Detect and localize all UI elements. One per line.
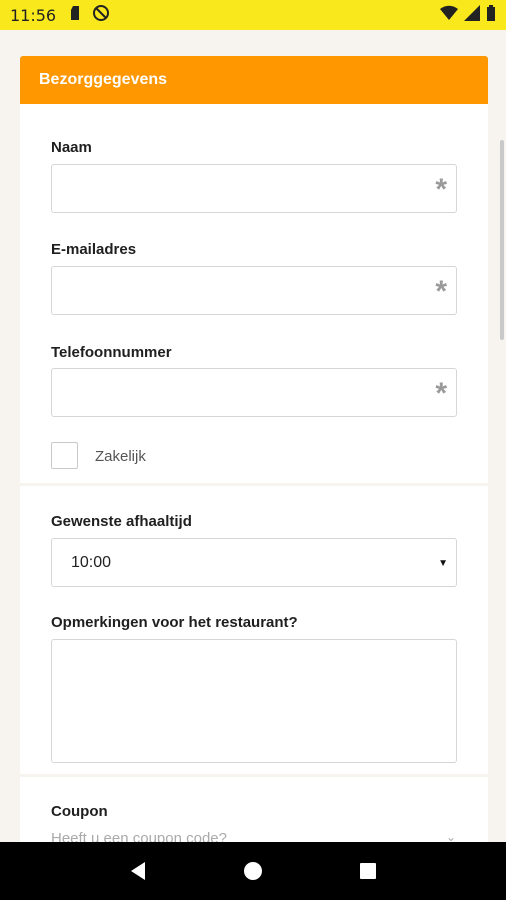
status-time: 11:56 <box>10 5 57 25</box>
signal-icon <box>464 4 480 26</box>
wifi-icon <box>440 5 458 26</box>
email-label: E-mailadres <box>51 241 137 258</box>
dropdown-arrow-icon: ▼ <box>438 558 448 569</box>
home-icon[interactable] <box>233 851 273 891</box>
required-icon: * <box>435 377 447 410</box>
remarks-label: Opmerkingen voor het restaurant? <box>51 614 298 631</box>
email-input[interactable]: * <box>51 266 457 315</box>
required-icon: * <box>435 275 447 308</box>
coupon-section: Coupon Heeft u een coupon code? ⌄ <box>20 777 488 842</box>
business-checkbox[interactable] <box>51 442 78 469</box>
status-bar: 11:56 <box>0 0 506 30</box>
business-checkbox-label[interactable]: Zakelijk <box>95 448 146 465</box>
pickup-time-value: 10:00 <box>71 553 112 571</box>
name-label: Naam <box>51 139 92 156</box>
coupon-label: Coupon <box>51 803 108 820</box>
remarks-textarea[interactable] <box>51 639 457 763</box>
coupon-toggle[interactable]: Heeft u een coupon code? <box>51 830 227 842</box>
phone-input[interactable]: * <box>51 368 457 417</box>
form-header: Bezorggegevens <box>20 56 488 104</box>
name-input[interactable]: * <box>51 164 457 213</box>
checkout-form: Bezorggegevens Naam * E-mailadres * Tele… <box>0 30 506 842</box>
back-icon[interactable] <box>118 851 158 891</box>
chevron-down-icon[interactable]: ⌄ <box>446 830 456 842</box>
recents-icon[interactable] <box>348 851 388 891</box>
pickup-time-label: Gewenste afhaaltijd <box>51 513 192 530</box>
battery-icon <box>486 4 496 26</box>
pickup-time-select[interactable]: 10:00 ▼ <box>51 538 457 587</box>
required-icon: * <box>435 173 447 206</box>
scrollbar[interactable] <box>500 140 504 340</box>
contact-section: Naam * E-mailadres * Telefoonnummer * Za… <box>20 104 488 483</box>
no-disturb-icon <box>92 4 110 27</box>
sd-card-icon <box>68 5 82 26</box>
phone-label: Telefoonnummer <box>51 344 172 361</box>
pickup-section: Gewenste afhaaltijd 10:00 ▼ Opmerkingen … <box>20 486 488 774</box>
navigation-bar <box>0 842 506 900</box>
